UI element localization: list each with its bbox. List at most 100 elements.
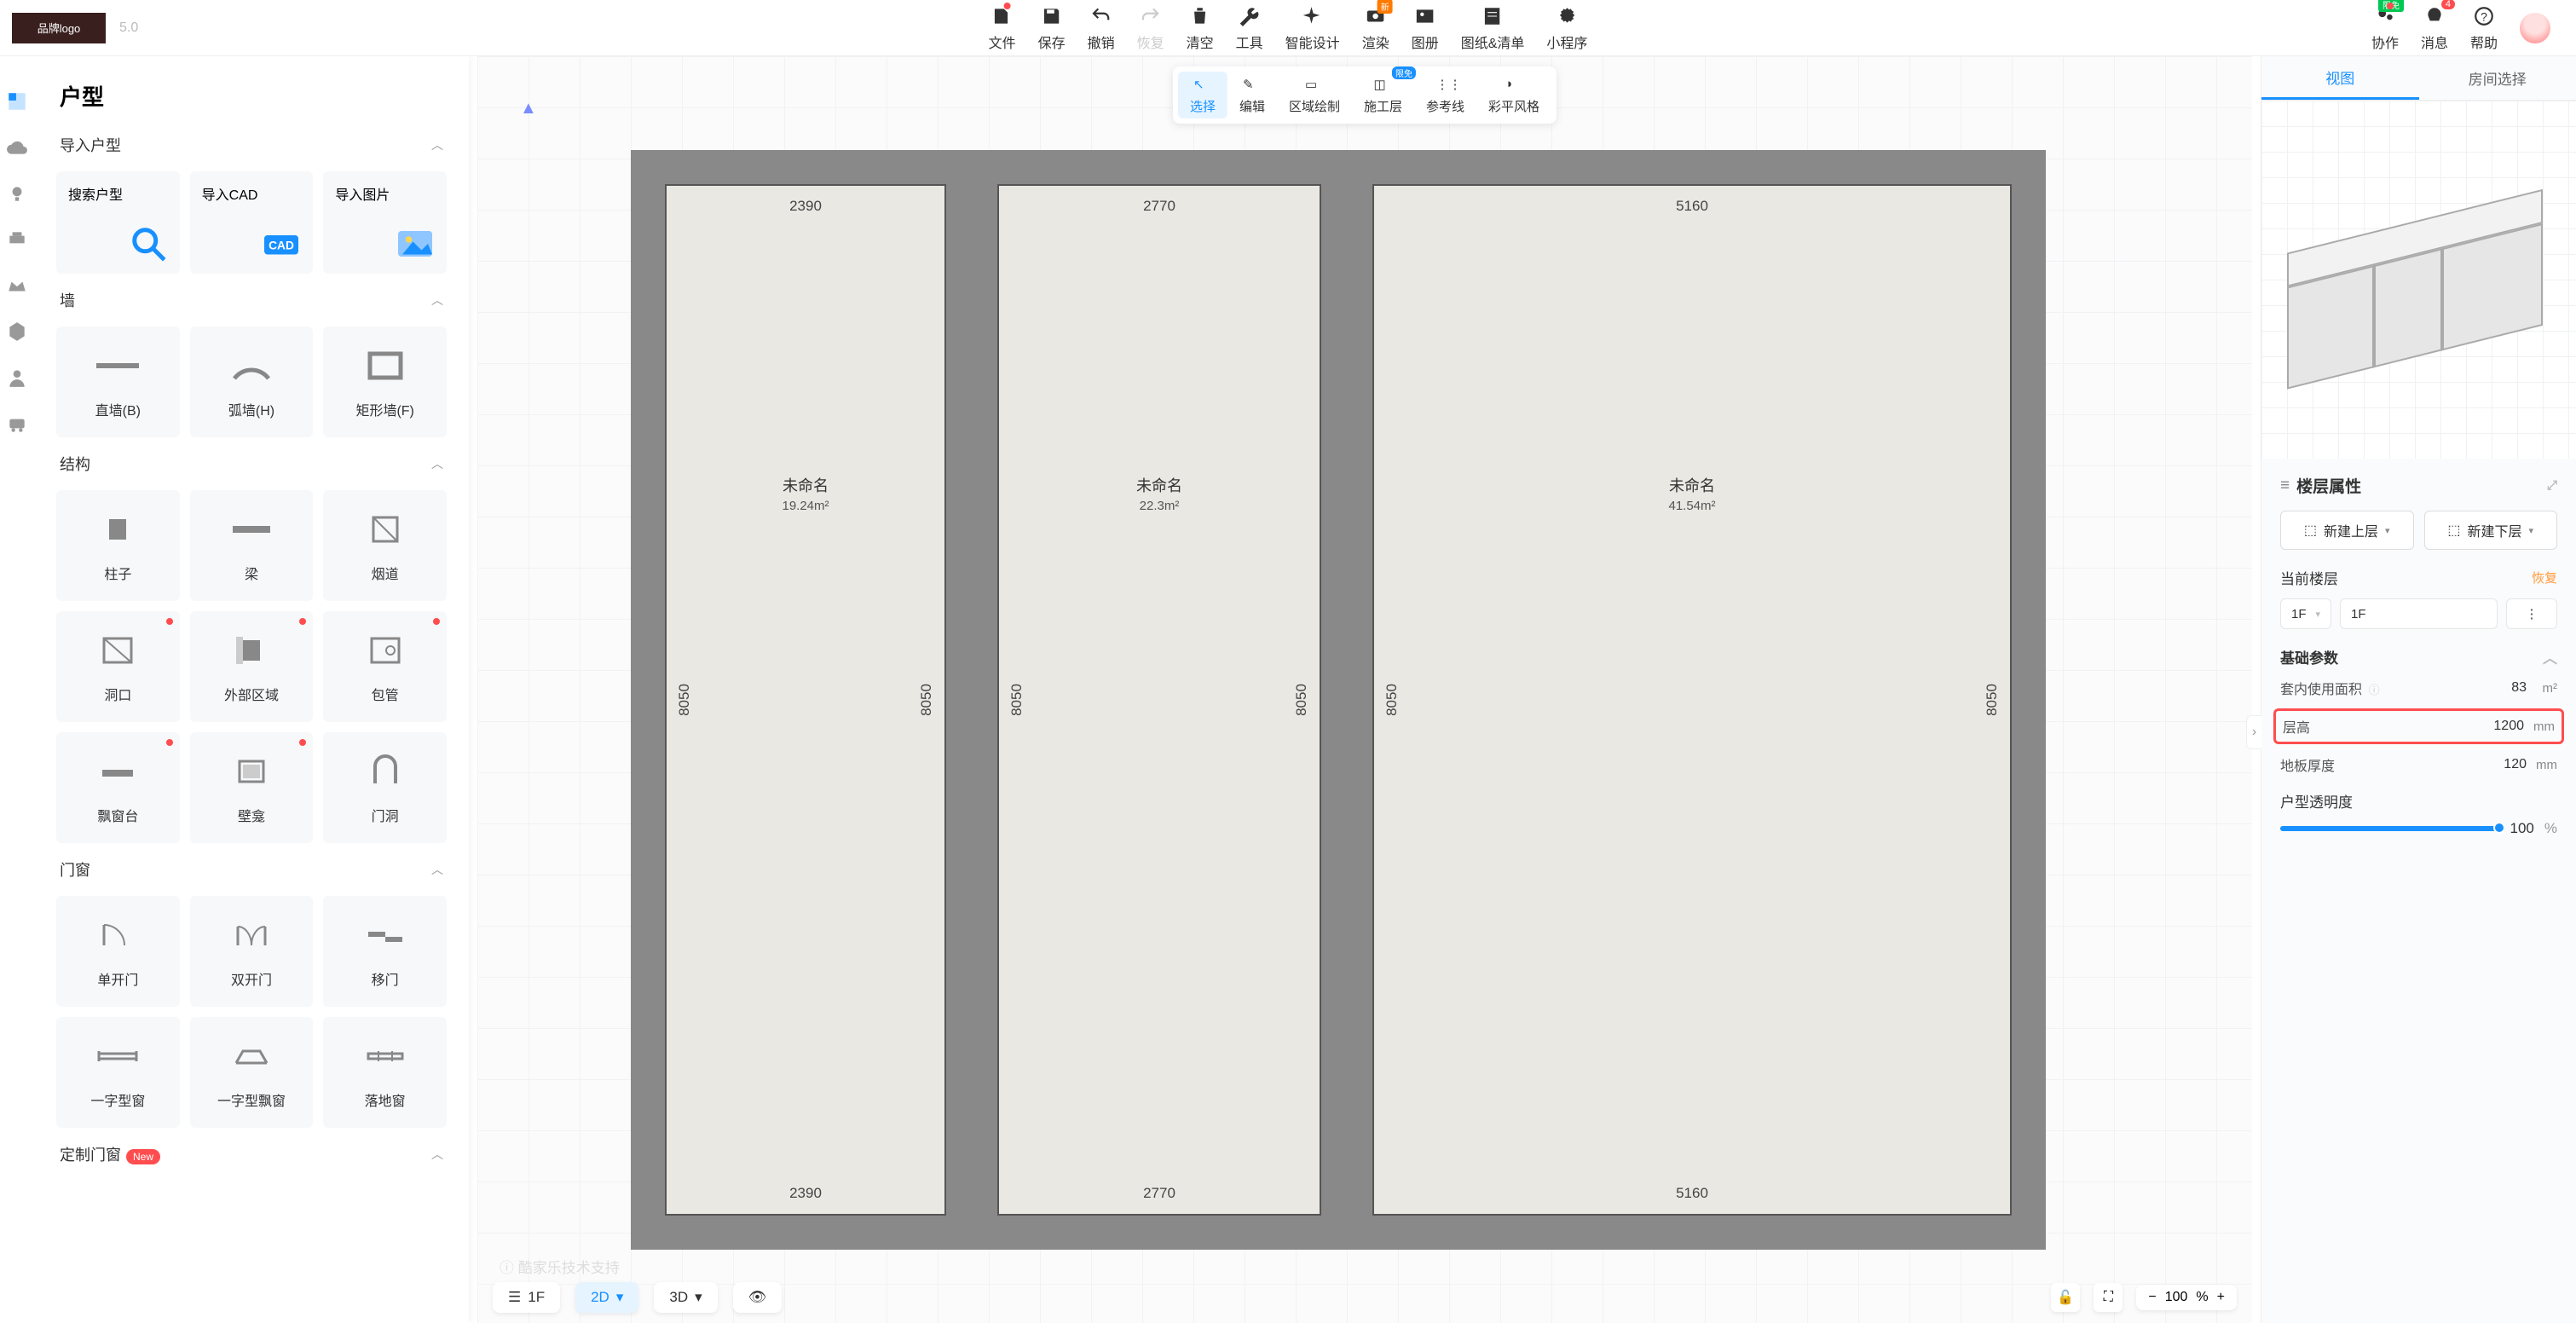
new-lower-floor-button[interactable]: ⬚新建下层 [2424,511,2558,550]
rail-user-icon[interactable] [6,367,28,389]
tool-pipe[interactable]: 包管 [323,611,447,722]
topbar-help-button[interactable]: ?帮助 [2470,4,2498,52]
floor-name-input[interactable]: 1F [2340,598,2498,629]
topbar-redo-button[interactable]: 恢复 [1137,4,1164,52]
chevron-up-icon: ︿ [431,136,443,153]
rail-floorplan-icon[interactable] [6,90,28,113]
prop-row-层高[interactable]: 层高1200mm [2273,708,2564,744]
tool-double-label: 双开门 [231,968,272,989]
section-custom-header[interactable]: 定制门窗New ︿ [34,1136,469,1172]
fullscreen-button[interactable]: ⛶ [2094,1283,2123,1312]
topbar-ai-label: 智能设计 [1285,32,1340,52]
tool-doorhole[interactable]: 门洞 [323,732,447,843]
room-area: 22.3m² [1140,499,1180,513]
section-door-header[interactable]: 门窗 ︿ [34,852,469,887]
zoom-in-button[interactable]: + [2217,1290,2225,1305]
section-struct-header[interactable]: 结构 ︿ [34,446,469,482]
rail-cloud-icon[interactable] [6,136,28,159]
tool-floorwin-label: 落地窗 [365,1089,406,1110]
room[interactable]: 5160516080508050未命名41.54m² [1372,184,2012,1216]
tool-bay[interactable]: 飘窗台 [56,732,180,843]
rail-crown-icon[interactable] [6,274,28,297]
canvas-sub-toolbar: ↖选择✎编辑▭区域绘制◫施工层限免⋮⋮参考线◑彩平风格 [1173,66,1557,124]
lock-button[interactable]: 🔓 [2051,1283,2080,1312]
floor-more-button[interactable]: ⋮ [2506,598,2557,629]
topbar-msg-button[interactable]: 消息4 [2421,4,2448,52]
tool-bay-label: 飘窗台 [97,805,138,825]
tool-arc[interactable]: 弧墙(H) [190,326,314,437]
canvas-tool-guides[interactable]: ⋮⋮参考线 [1414,72,1476,118]
topbar-clear-button[interactable]: 清空 [1187,4,1214,52]
rail-light-icon[interactable] [6,182,28,205]
collapse-right-button[interactable]: › [2246,715,2261,749]
canvas-tool-construct[interactable]: ◫施工层限免 [1352,72,1414,118]
tool-win1[interactable]: 一字型窗 [56,1017,180,1128]
topbar-miniapp-button[interactable]: 小程序 [1546,4,1587,52]
import-cad[interactable]: 导入CAD CAD [190,171,314,274]
tab-room-select[interactable]: 房间选择 [2419,56,2576,100]
tool-baywin[interactable]: 一字型飘窗 [190,1017,314,1128]
import-search-plan[interactable]: 搜索户型 [56,171,180,274]
topbar-render-button[interactable]: 渲染新 [1362,4,1389,52]
canvas-tool-select[interactable]: ↖选择 [1178,72,1227,118]
avatar[interactable] [2520,13,2550,43]
tool-outer[interactable]: 外部区域 [190,611,314,722]
import-image[interactable]: 导入图片 [323,171,447,274]
canvas-tool-construct-label: 施工层 [1364,97,1402,115]
tool-col[interactable]: 柱子 [56,490,180,601]
tool-rect[interactable]: 矩形墙(F) [323,326,447,437]
new-upper-floor-button[interactable]: ⬚新建上层 [2280,511,2414,550]
info-icon[interactable]: ⓘ [2365,684,2380,696]
floor-selector[interactable]: ☰1F [493,1282,560,1313]
rail-print-icon[interactable] [6,228,28,251]
topbar-tool-button[interactable]: 工具 [1236,4,1263,52]
topbar-drawing-button[interactable]: 图纸&清单 [1461,4,1525,52]
topbar-ai-button[interactable]: 智能设计 [1285,4,1340,52]
tool-beam[interactable]: 梁 [190,490,314,601]
tab-view[interactable]: 视图 [2261,56,2419,100]
tool-flue[interactable]: 烟道 [323,490,447,601]
tool-slide[interactable]: 移门 [323,896,447,1007]
floor-short-select[interactable]: 1F▾ [2280,598,2331,629]
view-3d-button[interactable]: 3D ▾ [654,1282,717,1313]
section-wall-header[interactable]: 墙 ︿ [34,282,469,318]
section-import-header[interactable]: 导入户型 ︿ [34,127,469,163]
topbar-miniapp-label: 小程序 [1546,32,1587,52]
canvas-tool-edit[interactable]: ✎编辑 [1227,72,1277,118]
topbar: 品牌logo 5.0 文件保存撤销恢复清空工具智能设计渲染新图册图纸&清单小程序… [0,0,2576,56]
prop-value[interactable]: 83 [2467,680,2527,696]
floorplan[interactable]: 2390239080508050未命名19.24m²27702770805080… [631,150,2046,1250]
canvas-tool-region[interactable]: ▭区域绘制 [1277,72,1352,118]
opacity-slider[interactable] [2280,826,2500,831]
rail-3d-icon[interactable] [6,321,28,343]
canvas-tool-style[interactable]: ◑彩平风格 [1476,72,1551,118]
room[interactable]: 2390239080508050未命名19.24m² [665,184,946,1216]
tool-opening[interactable]: 洞口 [56,611,180,722]
expand-icon[interactable]: ⤢ [2547,478,2557,493]
view-2d-button[interactable]: 2D ▾ [575,1282,638,1313]
topbar-undo-button[interactable]: 撤销 [1088,4,1115,52]
rail-vehicle-icon[interactable] [6,413,28,435]
baywin-icon [226,1035,277,1077]
topbar-album-button[interactable]: 图册 [1412,4,1439,52]
topbar-save-button[interactable]: 保存 [1038,4,1066,52]
topbar-file-button[interactable]: 文件 [989,4,1016,52]
restore-link[interactable]: 恢复 [2532,569,2557,586]
zoom-out-button[interactable]: − [2148,1290,2156,1305]
prop-value[interactable]: 120 [2467,757,2527,772]
basic-params-header[interactable]: 基础参数︿ [2280,646,2557,667]
tool-straight[interactable]: 直墙(B) [56,326,180,437]
tool-floorwin[interactable]: 落地窗 [323,1017,447,1128]
props-title: 楼层属性⤢ [2280,474,2557,497]
visibility-button[interactable]: 👁 [733,1282,783,1313]
tool-single[interactable]: 单开门 [56,896,180,1007]
canvas[interactable]: ↖选择✎编辑▭区域绘制◫施工层限免⋮⋮参考线◑彩平风格 239023908050… [477,56,2252,1323]
prop-value[interactable]: 1200 [2464,719,2524,734]
tool-niche[interactable]: 壁龛 [190,732,314,843]
room[interactable]: 2770277080508050未命名22.3m² [997,184,1321,1216]
prop-row-套内使用面积[interactable]: 套内使用面积 ⓘ83m² [2280,678,2557,698]
prop-row-地板厚度[interactable]: 地板厚度120mm [2280,754,2557,775]
3d-preview[interactable] [2261,101,2576,459]
topbar-collab-button[interactable]: 协作限免 [2371,4,2399,52]
tool-double[interactable]: 双开门 [190,896,314,1007]
